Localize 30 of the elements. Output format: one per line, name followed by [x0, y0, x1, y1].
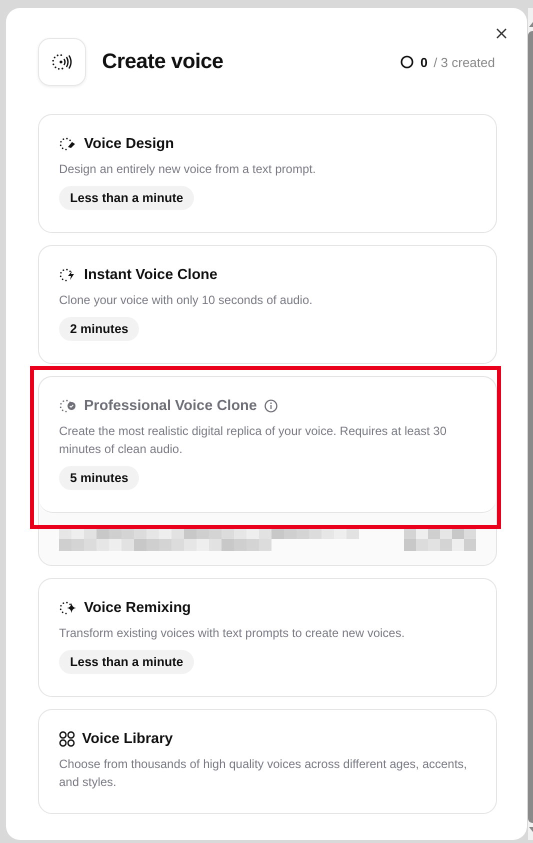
voice-wave-icon — [51, 53, 73, 71]
duration-tag: Less than a minute — [59, 650, 194, 674]
sparkle-icon — [59, 601, 77, 615]
dialog-title: Create voice — [102, 50, 224, 74]
badge-icon — [59, 399, 77, 413]
circles-icon — [59, 731, 75, 747]
option-description: Create the most realistic digital replica of your voice. Requires at least 30 minutes of clean audio. — [59, 423, 448, 458]
created-limit: / 3 created — [434, 54, 495, 70]
close-icon — [496, 28, 507, 39]
option-title: Voice Remixing — [84, 600, 191, 616]
option-title: Professional Voice Clone — [84, 398, 257, 414]
duration-tag: 5 minutes — [59, 466, 140, 490]
option-description: Choose from thousands of high quality voices across different ages, accents, and styles. — [59, 756, 468, 791]
duration-tag: 2 minutes — [59, 317, 140, 341]
progress-ring-icon — [400, 55, 414, 69]
option-description: Design an entirely new voice from a text prompt. — [59, 161, 317, 178]
voice-option-card[interactable]: Voice Design Design an entirely new voice from a text prompt. Less than a minute — [38, 114, 497, 233]
voice-option-card[interactable]: Instant Voice Clone Clone your voice with only 10 seconds of audio. 2 minutes — [38, 245, 497, 364]
created-count: 0 — [420, 54, 428, 70]
option-title: Voice Design — [84, 136, 174, 152]
duration-tag: Less than a minute — [59, 186, 194, 210]
option-description: Clone your voice with only 10 seconds of audio. — [59, 292, 314, 309]
voice-option-card[interactable]: Voice Remixing Transform existing voices with text prompts to create new voices. Less than a minute — [38, 578, 497, 697]
option-title: Voice Library — [82, 731, 173, 747]
voice-option-card[interactable]: Voice Library Choose from thousands of high quality voices across different ages, accents, and styles. — [38, 709, 497, 814]
lightning-icon — [59, 268, 77, 282]
option-title: Instant Voice Clone — [84, 267, 218, 283]
close-button[interactable] — [494, 26, 509, 41]
option-description: Transform existing voices with text prompts to create new voices. — [59, 625, 406, 642]
pen-icon — [59, 137, 77, 151]
